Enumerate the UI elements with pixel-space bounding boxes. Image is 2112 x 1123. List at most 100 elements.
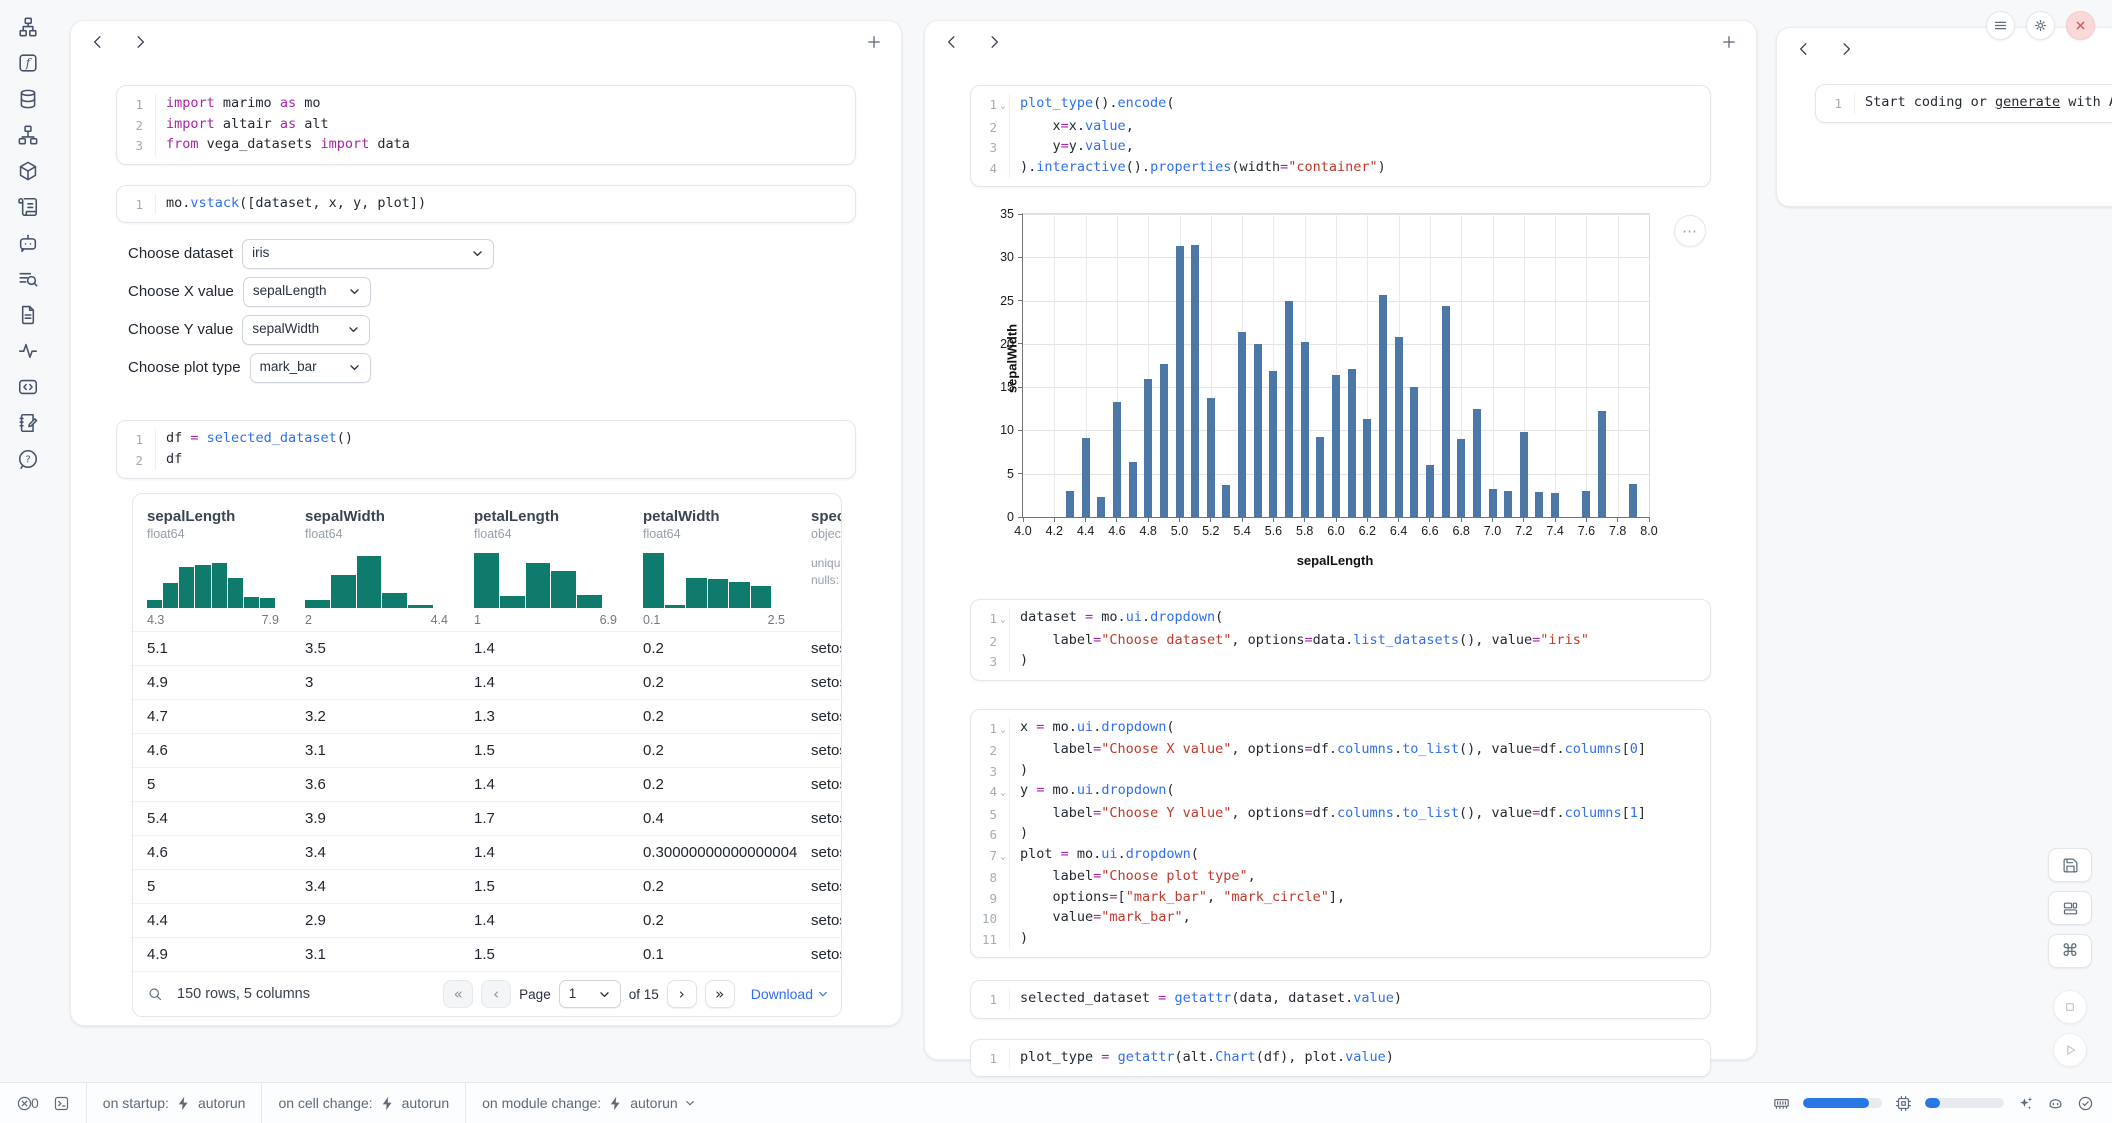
shutdown-button[interactable] <box>2066 11 2095 40</box>
chart-menu-button[interactable]: ⋯ <box>1674 215 1706 247</box>
bar[interactable] <box>1629 484 1637 517</box>
sparkles-icon[interactable] <box>2017 1095 2034 1112</box>
code-cell[interactable]: 1mo.vstack([dataset, x, y, plot]) <box>116 185 856 224</box>
code-cell[interactable]: 1⌄dataset = mo.ui.dropdown(2 label="Choo… <box>970 599 1711 681</box>
code-cell[interactable]: 1df = selected_dataset()2df <box>116 420 856 479</box>
bar[interactable] <box>1222 485 1230 517</box>
bar[interactable] <box>1410 387 1418 517</box>
code-cell[interactable]: 1selected_dataset = getattr(data, datase… <box>970 980 1711 1019</box>
page-select[interactable]: 1 <box>559 980 621 1008</box>
bar[interactable] <box>1269 371 1277 517</box>
sidebar-code-inline-icon[interactable] <box>17 376 39 398</box>
bar[interactable] <box>1144 379 1152 517</box>
sidebar-script-icon[interactable] <box>17 196 39 218</box>
sidebar-file-tree-icon[interactable] <box>17 16 39 38</box>
runtime-config-2[interactable]: on cell change:autorun <box>262 1083 465 1123</box>
column-collapse-right-button[interactable] <box>985 33 1003 51</box>
bar[interactable] <box>1113 402 1121 517</box>
bar[interactable] <box>1301 342 1309 517</box>
sidebar-package-icon[interactable] <box>17 160 39 182</box>
check-circle-icon[interactable] <box>2077 1095 2094 1112</box>
bar[interactable] <box>1160 364 1168 517</box>
dropdown-choose-dataset[interactable]: iris <box>242 239 494 269</box>
sidebar-sitemap-icon[interactable] <box>17 124 39 146</box>
dropdown-choose-y-value[interactable]: sepalWidth <box>242 315 370 345</box>
save-button[interactable] <box>2048 848 2092 882</box>
code-cell[interactable]: 1⌄x = mo.ui.dropdown(2 label="Choose X v… <box>970 709 1711 959</box>
column-collapse-left-button[interactable] <box>943 33 961 51</box>
bar[interactable] <box>1082 438 1090 517</box>
empty-code-cell[interactable]: 1 Start coding or generate with AI <box>1815 84 2112 123</box>
bar[interactable] <box>1442 306 1450 517</box>
column-header-sepalLength[interactable]: sepalLengthfloat644.37.9 <box>133 494 291 631</box>
add-cell-button[interactable] <box>865 33 883 51</box>
bar[interactable] <box>1395 337 1403 517</box>
stop-button[interactable] <box>2053 990 2087 1024</box>
bar[interactable] <box>1504 491 1512 517</box>
code-cell[interactable]: 1⌄plot_type().encode(2 x=x.value,3 y=y.v… <box>970 85 1711 187</box>
bar[interactable] <box>1066 491 1074 517</box>
sidebar-notebook-edit-icon[interactable] <box>17 412 39 434</box>
runtime-config-1[interactable]: on startup:autorun <box>87 1083 262 1123</box>
sidebar-help-icon[interactable]: ? <box>17 448 39 470</box>
bar[interactable] <box>1176 246 1184 517</box>
bar[interactable] <box>1191 245 1199 517</box>
column-header-sepalWidth[interactable]: sepalWidthfloat6424.4 <box>291 494 460 631</box>
bar[interactable] <box>1535 492 1543 517</box>
sidebar-chat-bot-icon[interactable] <box>17 232 39 254</box>
altair-bar-chart[interactable]: 051015202530354.04.24.44.64.85.05.25.45.… <box>970 201 1711 573</box>
table-row[interactable]: 4.93.11.50.1setosa <box>133 937 841 971</box>
bar[interactable] <box>1207 398 1215 517</box>
keyboard-shortcuts-button[interactable]: ⌘ <box>2048 934 2092 968</box>
table-row[interactable]: 4.42.91.40.2setosa <box>133 903 841 937</box>
dropdown-choose-plot-type[interactable]: mark_bar <box>250 353 371 383</box>
robot-icon[interactable] <box>2047 1095 2064 1112</box>
bar[interactable] <box>1097 497 1105 517</box>
table-row[interactable]: 5.13.51.40.2setosa <box>133 631 841 665</box>
runtime-config-3[interactable]: on module change:autorun <box>466 1083 712 1123</box>
column-header-petalWidth[interactable]: petalWidthfloat640.12.5 <box>629 494 797 631</box>
table-row[interactable]: 4.63.11.50.2setosa <box>133 733 841 767</box>
column-header-petalLength[interactable]: petalLengthfloat6416.9 <box>460 494 629 631</box>
error-count-button[interactable]: 0 <box>0 1083 47 1123</box>
table-row[interactable]: 4.931.40.2setosa <box>133 665 841 699</box>
layout-button[interactable] <box>2048 891 2092 925</box>
bar[interactable] <box>1489 489 1497 517</box>
table-row[interactable]: 5.43.91.70.4setosa <box>133 801 841 835</box>
bar[interactable] <box>1238 332 1246 517</box>
sidebar-database-icon[interactable] <box>17 88 39 110</box>
panel-menu-button[interactable] <box>1986 11 2015 40</box>
sidebar-list-search-icon[interactable] <box>17 268 39 290</box>
bar[interactable] <box>1520 432 1528 517</box>
bar[interactable] <box>1129 462 1137 517</box>
bar[interactable] <box>1316 437 1324 517</box>
bar[interactable] <box>1457 439 1465 517</box>
column-collapse-left-button[interactable] <box>89 33 107 51</box>
bar[interactable] <box>1379 295 1387 517</box>
table-row[interactable]: 4.63.41.40.30000000000000004setosa <box>133 835 841 869</box>
bar[interactable] <box>1473 409 1481 517</box>
generate-ai-link[interactable]: generate <box>1995 94 2060 110</box>
sidebar-function-icon[interactable]: f <box>17 52 39 74</box>
previous-page-button[interactable]: ‹ <box>481 980 511 1008</box>
table-row[interactable]: 53.41.50.2setosa <box>133 869 841 903</box>
column-collapse-right-button[interactable] <box>1837 40 1855 58</box>
next-page-button[interactable]: › <box>667 980 697 1008</box>
sidebar-document-icon[interactable] <box>17 304 39 326</box>
bar[interactable] <box>1332 375 1340 517</box>
terminal-button[interactable] <box>47 1083 86 1123</box>
dropdown-choose-x-value[interactable]: sepalLength <box>243 277 371 307</box>
first-page-button[interactable]: « <box>443 980 473 1008</box>
column-header-species[interactable]: speciesobjectuniquenulls: <box>797 494 841 631</box>
bar[interactable] <box>1551 493 1559 517</box>
column-collapse-left-button[interactable] <box>1795 40 1813 58</box>
run-button[interactable] <box>2053 1033 2087 1067</box>
table-row[interactable]: 53.61.40.2setosa <box>133 767 841 801</box>
last-page-button[interactable]: » <box>705 980 735 1008</box>
bar[interactable] <box>1285 301 1293 517</box>
bar[interactable] <box>1254 344 1262 517</box>
bar[interactable] <box>1426 465 1434 517</box>
bar[interactable] <box>1598 411 1606 517</box>
sidebar-activity-icon[interactable] <box>17 340 39 362</box>
settings-button[interactable] <box>2026 11 2055 40</box>
